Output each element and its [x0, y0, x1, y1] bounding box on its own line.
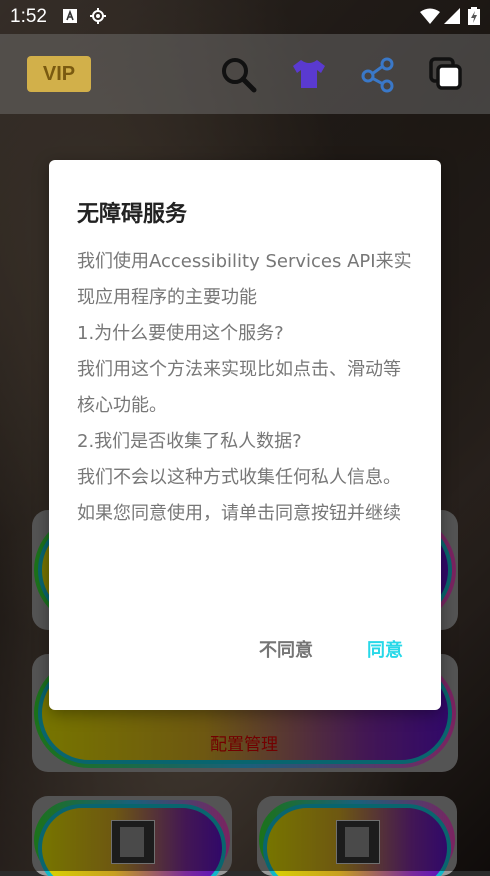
app-bar: VIP [0, 34, 490, 114]
vip-button[interactable]: VIP [27, 56, 91, 92]
wifi-icon [420, 8, 440, 24]
status-bar: 1:52 [0, 0, 490, 34]
copy-icon[interactable] [426, 54, 466, 94]
signal-icon [444, 8, 460, 24]
dialog-title: 无障碍服务 [77, 202, 188, 227]
agree-button[interactable]: 同意 [367, 636, 403, 662]
accessibility-dialog: 无障碍服务 我们使用Accessibility Services API来实现应… [49, 160, 441, 710]
a-icon [63, 9, 77, 23]
tshirt-icon[interactable] [289, 54, 329, 94]
gps-icon [90, 8, 106, 24]
share-icon[interactable] [358, 54, 398, 94]
dialog-message: 我们使用Accessibility Services API来实现应用程序的主要… [77, 251, 412, 524]
search-icon[interactable] [218, 54, 258, 94]
disagree-button[interactable]: 不同意 [259, 636, 313, 662]
battery-icon [468, 7, 480, 25]
status-time: 1:52 [10, 6, 47, 27]
